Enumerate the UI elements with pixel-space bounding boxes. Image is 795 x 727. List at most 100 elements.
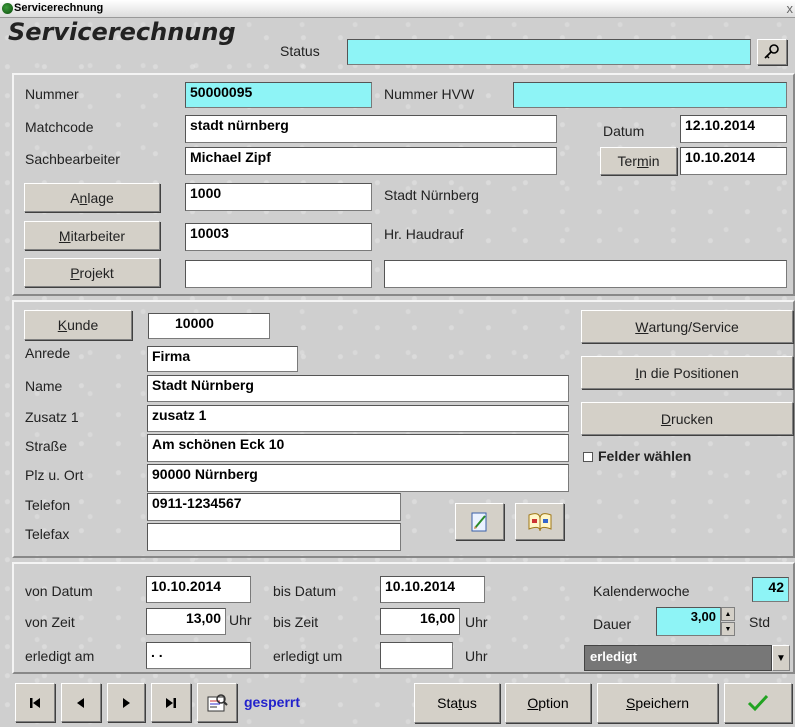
projekt-field[interactable] xyxy=(185,260,372,288)
termin-button[interactable]: Ter m in xyxy=(600,147,677,175)
anlage-field[interactable]: 1000 xyxy=(185,183,372,211)
edit-note-button[interactable] xyxy=(455,503,504,540)
speichern-button[interactable]: Speichern xyxy=(597,683,718,723)
next-record-button[interactable] xyxy=(107,683,145,722)
von-zeit-unit: Uhr xyxy=(229,612,252,628)
termin-field[interactable]: 10.10.2014 xyxy=(680,147,787,175)
kalenderwoche-label: Kalenderwoche xyxy=(593,583,690,599)
von-zeit-label: von Zeit xyxy=(25,614,75,630)
confirm-button[interactable] xyxy=(724,683,792,723)
option-button[interactable]: Option xyxy=(505,683,591,723)
dauer-field[interactable]: 3,00 xyxy=(656,607,721,636)
matchcode-label: Matchcode xyxy=(25,119,94,135)
felder-waehlen-checkbox[interactable] xyxy=(583,452,593,462)
termin-label-pre: Ter xyxy=(617,153,637,169)
bis-datum-field[interactable]: 10.10.2014 xyxy=(380,576,485,603)
search-key-icon xyxy=(764,44,779,59)
datum-label: Datum xyxy=(603,123,645,139)
dauer-up-button[interactable]: ▲ xyxy=(721,607,735,621)
status-field[interactable] xyxy=(347,39,751,65)
zusatz-field[interactable]: zusatz 1 xyxy=(147,405,569,432)
dauer-down-button[interactable]: ▼ xyxy=(721,622,735,636)
drucken-button[interactable]: Drucken xyxy=(581,402,793,435)
app-icon xyxy=(2,3,13,14)
window-titlebar: Servicerechnung x xyxy=(0,0,795,18)
kunde-button[interactable]: Kunde xyxy=(24,310,132,340)
telefax-label: Telefax xyxy=(25,526,70,542)
search-records-button[interactable] xyxy=(197,683,237,722)
anrede-label: Anrede xyxy=(25,345,71,361)
nummer-hvw-label: Nummer HVW xyxy=(384,86,475,102)
erledigt-um-label: erledigt um xyxy=(273,648,343,664)
close-icon[interactable]: x xyxy=(787,1,794,16)
wartung-service-button[interactable]: Wartung/Service xyxy=(581,310,793,343)
projekt-name-field[interactable] xyxy=(384,260,787,288)
gesperrt-status: gesperrt xyxy=(244,694,301,710)
first-record-button[interactable] xyxy=(15,683,55,722)
first-record-icon xyxy=(30,697,40,708)
telefax-field[interactable] xyxy=(147,523,401,551)
prev-record-icon xyxy=(77,697,84,708)
projekt-label-accel: P xyxy=(70,264,80,281)
datum-field[interactable]: 12.10.2014 xyxy=(680,115,787,143)
name-label: Name xyxy=(25,378,63,394)
wartung-label-post: artung/Service xyxy=(648,318,739,335)
option-label-post: ption xyxy=(538,695,569,711)
projekt-label-post: rojekt xyxy=(79,264,114,281)
status-label-post: us xyxy=(462,695,477,711)
erledigt-am-field[interactable]: . . xyxy=(146,642,251,669)
status-select[interactable]: erledigt xyxy=(584,645,772,671)
sachbearbeiter-label: Sachbearbeiter xyxy=(25,151,120,167)
last-record-button[interactable] xyxy=(151,683,191,722)
mitarbeiter-field[interactable]: 10003 xyxy=(185,223,372,251)
von-datum-field[interactable]: 10.10.2014 xyxy=(146,576,251,603)
dauer-label: Dauer xyxy=(593,616,632,632)
chevron-down-icon[interactable]: ▼ xyxy=(772,645,790,671)
zusatz-label: Zusatz 1 xyxy=(25,409,79,425)
search-records-icon xyxy=(207,693,228,711)
bis-datum-label: bis Datum xyxy=(273,583,337,599)
address-book-button[interactable] xyxy=(515,503,564,540)
erledigt-um-field[interactable] xyxy=(380,642,453,669)
mitarbeiter-button[interactable]: Mitarbeiter xyxy=(24,221,160,250)
prev-record-button[interactable] xyxy=(61,683,101,722)
search-button[interactable] xyxy=(757,39,787,65)
anlage-label-post: lage xyxy=(87,189,114,206)
erledigt-um-unit: Uhr xyxy=(465,648,488,664)
felder-waehlen-label: Felder wählen xyxy=(598,448,692,464)
in-die-positionen-button[interactable]: In die Positionen xyxy=(581,356,793,389)
plzort-field[interactable]: 90000 Nürnberg xyxy=(147,464,569,492)
nummer-label: Nummer xyxy=(25,86,79,102)
status-button[interactable]: Sta t us xyxy=(414,683,500,723)
last-record-icon xyxy=(166,697,176,708)
bis-zeit-field[interactable]: 16,00 xyxy=(380,608,460,635)
kalenderwoche-field[interactable]: 42 xyxy=(752,577,789,602)
anlage-button[interactable]: An lage xyxy=(24,183,160,212)
speichern-label-post: peichern xyxy=(635,695,690,711)
status-label: Status xyxy=(280,43,320,59)
projekt-button[interactable]: Projekt xyxy=(24,258,160,287)
anrede-field[interactable]: Firma xyxy=(147,346,298,372)
dauer-unit: Std xyxy=(749,614,771,630)
address-book-icon xyxy=(528,512,551,531)
strasse-field[interactable]: Am schönen Eck 10 xyxy=(147,434,569,462)
positionen-label-post: n die Positionen xyxy=(639,364,739,381)
kunde-label-post: unde xyxy=(67,317,99,333)
telefon-field[interactable]: 0911-1234567 xyxy=(147,493,401,521)
window-title: Servicerechnung xyxy=(14,2,104,14)
drucken-label-accel: D xyxy=(660,410,672,427)
kunde-field[interactable]: 10000 xyxy=(148,313,270,339)
mitarbeiter-label-accel: M xyxy=(58,227,71,244)
name-field[interactable]: Stadt Nürnberg xyxy=(147,375,569,402)
matchcode-field[interactable]: stadt nürnberg xyxy=(185,115,557,143)
sachbearbeiter-field[interactable]: Michael Zipf xyxy=(185,147,557,175)
status-label-pre: Sta xyxy=(437,695,459,711)
bis-zeit-label: bis Zeit xyxy=(273,614,319,630)
nummer-hvw-field[interactable] xyxy=(513,82,787,108)
termin-label-post: in xyxy=(648,153,660,169)
von-zeit-field[interactable]: 13,00 xyxy=(146,608,226,635)
mitarbeiter-name: Hr. Haudrauf xyxy=(384,226,464,242)
edit-note-icon xyxy=(471,512,486,531)
von-datum-label: von Datum xyxy=(25,583,93,599)
nummer-field[interactable]: 50000095 xyxy=(185,82,372,108)
